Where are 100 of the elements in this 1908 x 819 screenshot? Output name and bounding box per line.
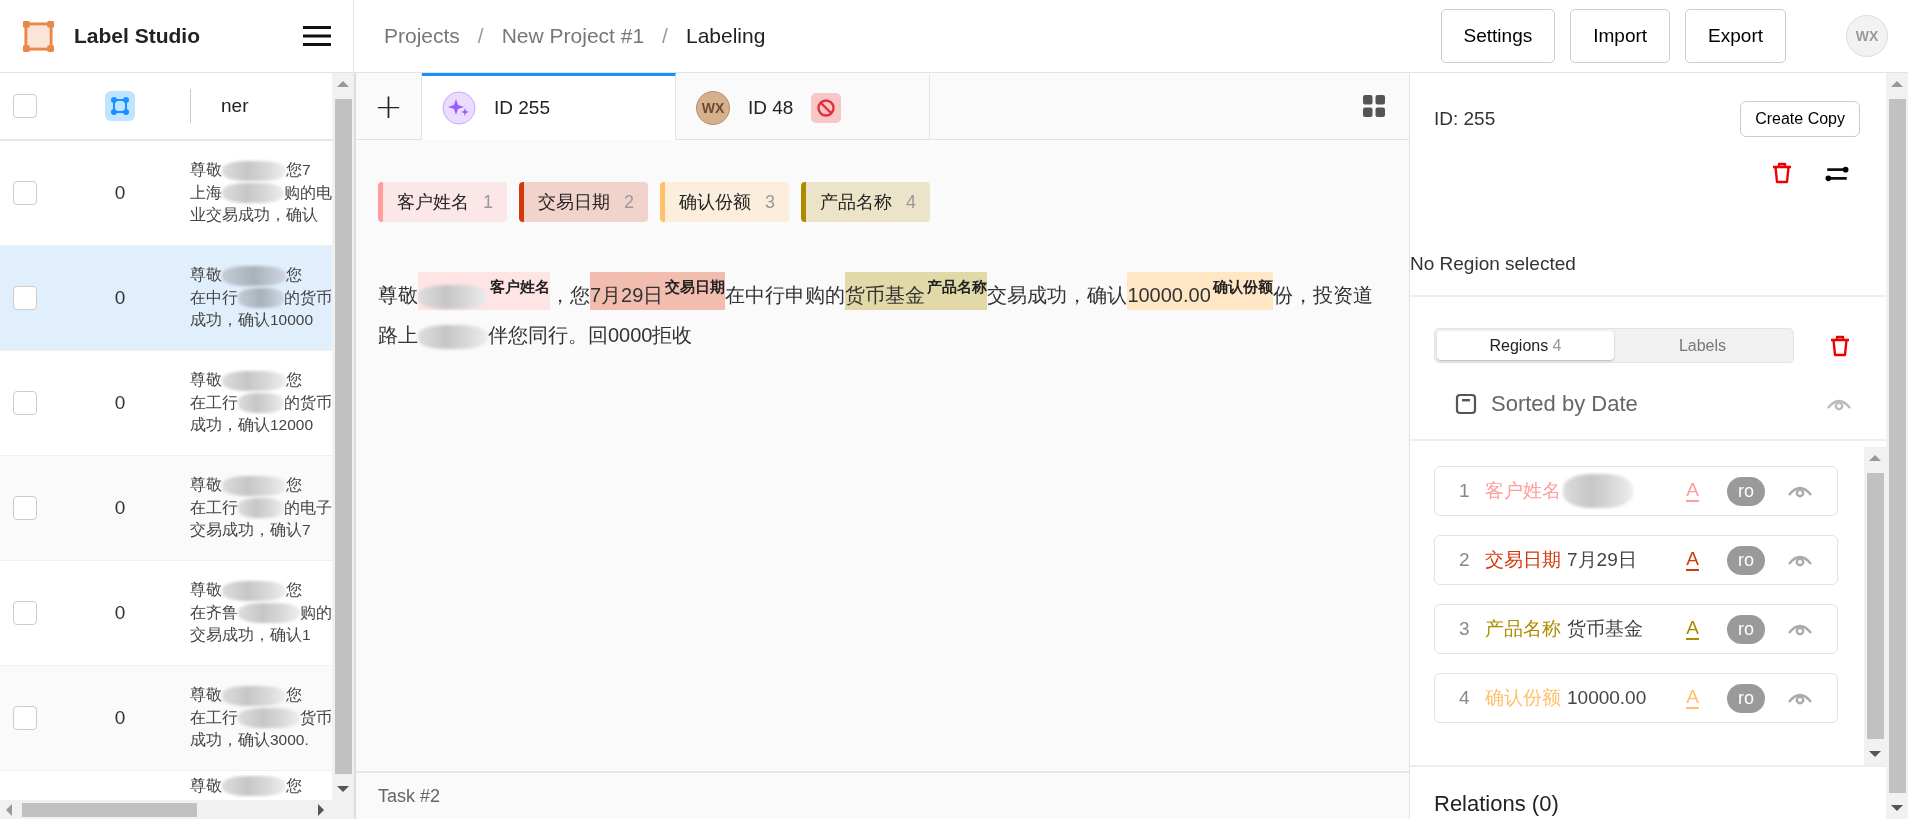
region-text: 7月29日: [1567, 548, 1637, 572]
redaction-blur: [418, 284, 488, 309]
annotation-id: ID: 255: [1434, 108, 1496, 130]
task-text: 购的电: [284, 182, 332, 203]
region-index: 3: [1459, 618, 1471, 640]
redaction-blur: [222, 183, 284, 203]
redaction-blur: [238, 498, 284, 518]
task-text: 上海: [190, 182, 222, 203]
task-row[interactable]: 0 尊敬 您 在中行 的货币 成功，确认10000: [0, 246, 332, 351]
breadcrumb-separator: /: [477, 24, 484, 48]
task-text: 您: [286, 685, 302, 706]
header-button[interactable]: Settings: [1440, 9, 1556, 63]
task-text: 交易成功，确认7: [190, 520, 311, 541]
entity-highlight[interactable]: 客户姓名: [418, 272, 550, 310]
task-text: 您: [286, 265, 302, 286]
entity-highlight[interactable]: 货币基金$^{产品名称}$: [845, 272, 988, 310]
task-text: 在工行: [190, 497, 238, 518]
scrollbar[interactable]: [1886, 73, 1908, 819]
status-text: No Region selected: [1410, 252, 1577, 276]
entity-highlight[interactable]: 10000.00$^{确认份额}$: [1127, 272, 1273, 310]
task-row[interactable]: 0 尊敬 您 在工行 的电子 交易成功，确认7: [0, 456, 332, 561]
annotation-count: 0: [114, 707, 126, 729]
checkbox[interactable]: [13, 391, 37, 415]
horizontal-scrollbar[interactable]: [0, 800, 354, 819]
checkbox[interactable]: [13, 706, 37, 730]
task-text: 尊敬: [190, 580, 222, 601]
region-card[interactable]: 3 产品名称 货币基金 A ro: [1434, 604, 1838, 654]
redaction-blur: [222, 160, 286, 181]
redaction-blur: [238, 393, 284, 413]
task-text: 在中行: [190, 287, 238, 308]
task-text: 您: [286, 370, 302, 391]
scrollbar[interactable]: [332, 73, 354, 800]
readonly-badge: ro: [1727, 476, 1765, 506]
region-label: 交易日期: [1485, 548, 1561, 572]
label-chip[interactable]: 客户姓名 1: [378, 182, 507, 222]
breadcrumb-link[interactable]: Projects: [384, 24, 460, 48]
task-text: 尊敬: [190, 160, 222, 181]
trash-icon[interactable]: [1828, 333, 1852, 358]
task-text: 您: [286, 776, 302, 796]
menu-icon[interactable]: [303, 25, 331, 47]
annotation-count: 0: [114, 287, 126, 309]
sort-dropdown[interactable]: Sorted by Date: [1491, 391, 1826, 417]
task-text: 在工行: [190, 392, 238, 413]
annotation-tab[interactable]: ID 255: [422, 73, 676, 140]
task-text: 您7: [286, 160, 311, 181]
redaction-blur: [238, 708, 300, 728]
redaction-blur: [238, 288, 284, 308]
trash-icon[interactable]: [1770, 161, 1794, 185]
task-text: 您: [286, 580, 302, 601]
checkbox[interactable]: [13, 286, 37, 310]
readonly-badge: ro: [1727, 545, 1765, 575]
task-text: 购的: [300, 602, 332, 623]
checkbox[interactable]: [13, 181, 37, 205]
redaction-blur: [222, 580, 286, 601]
readonly-badge: ro: [1727, 614, 1765, 644]
checkbox[interactable]: [13, 601, 37, 625]
panel-tab[interactable]: Regions 4: [1437, 331, 1614, 360]
label-chip[interactable]: 交易日期 2: [519, 182, 649, 222]
create-copy-button[interactable]: Create Copy: [1740, 101, 1860, 137]
user-avatar: WX: [696, 90, 730, 125]
region-card[interactable]: 4 确认份额 10000.00 A ro: [1434, 673, 1838, 723]
task-text: 成功，确认3000.: [190, 730, 309, 751]
region-label: 确认份额: [1485, 686, 1561, 710]
region-index: 4: [1459, 687, 1471, 709]
region-text: 货币基金: [1567, 617, 1643, 641]
label-chip[interactable]: 确认份额 3: [660, 182, 790, 222]
annotation-tab[interactable]: WX ID 48: [676, 73, 930, 139]
region-card[interactable]: 2 交易日期 7月29日 A ro: [1434, 535, 1838, 585]
grid-view-icon[interactable]: [1363, 95, 1385, 117]
panel-tab[interactable]: Labels: [1614, 331, 1791, 360]
task-text: 业交易成功，确认: [190, 205, 318, 226]
label-chip[interactable]: 产品名称 4: [801, 182, 931, 222]
redaction-blur: [222, 776, 286, 797]
checkbox[interactable]: [13, 94, 37, 118]
redaction-blur: [222, 370, 286, 391]
breadcrumb-separator: /: [662, 24, 668, 48]
task-text: 的货币: [284, 287, 332, 308]
scrollbar[interactable]: [1864, 447, 1886, 765]
annotation-count: 0: [114, 392, 126, 414]
redaction-blur: [238, 603, 300, 623]
checkbox[interactable]: [13, 496, 37, 520]
task-label: Task #2: [378, 785, 441, 807]
region-index: 1: [1459, 480, 1471, 502]
region-card[interactable]: 1 客户姓名 A ro: [1434, 466, 1838, 516]
sparkle-avatar-icon: [442, 91, 476, 125]
region-label: 产品名称: [1485, 617, 1561, 641]
header-button[interactable]: Export: [1685, 9, 1786, 63]
breadcrumb-link[interactable]: New Project #1: [501, 24, 645, 48]
region-label: 客户姓名: [1485, 479, 1561, 503]
column-header[interactable]: ner: [190, 89, 249, 123]
entity-highlight[interactable]: 7月29日$^{交易日期}$: [590, 272, 726, 310]
task-text: 的货币: [284, 392, 332, 413]
sort-icon[interactable]: [1455, 393, 1477, 415]
relations-header: Relations (0): [1433, 790, 1560, 817]
task-text: 交易成功，确认1: [190, 625, 311, 646]
header-button[interactable]: Import: [1570, 9, 1671, 63]
breadcrumb-link[interactable]: Labeling: [685, 24, 766, 48]
task-row[interactable]: 0 尊敬 您 在工行 货币 成功，确认3000.: [0, 666, 332, 771]
readonly-badge: ro: [1727, 683, 1765, 713]
task-text: 尊敬: [190, 370, 222, 391]
